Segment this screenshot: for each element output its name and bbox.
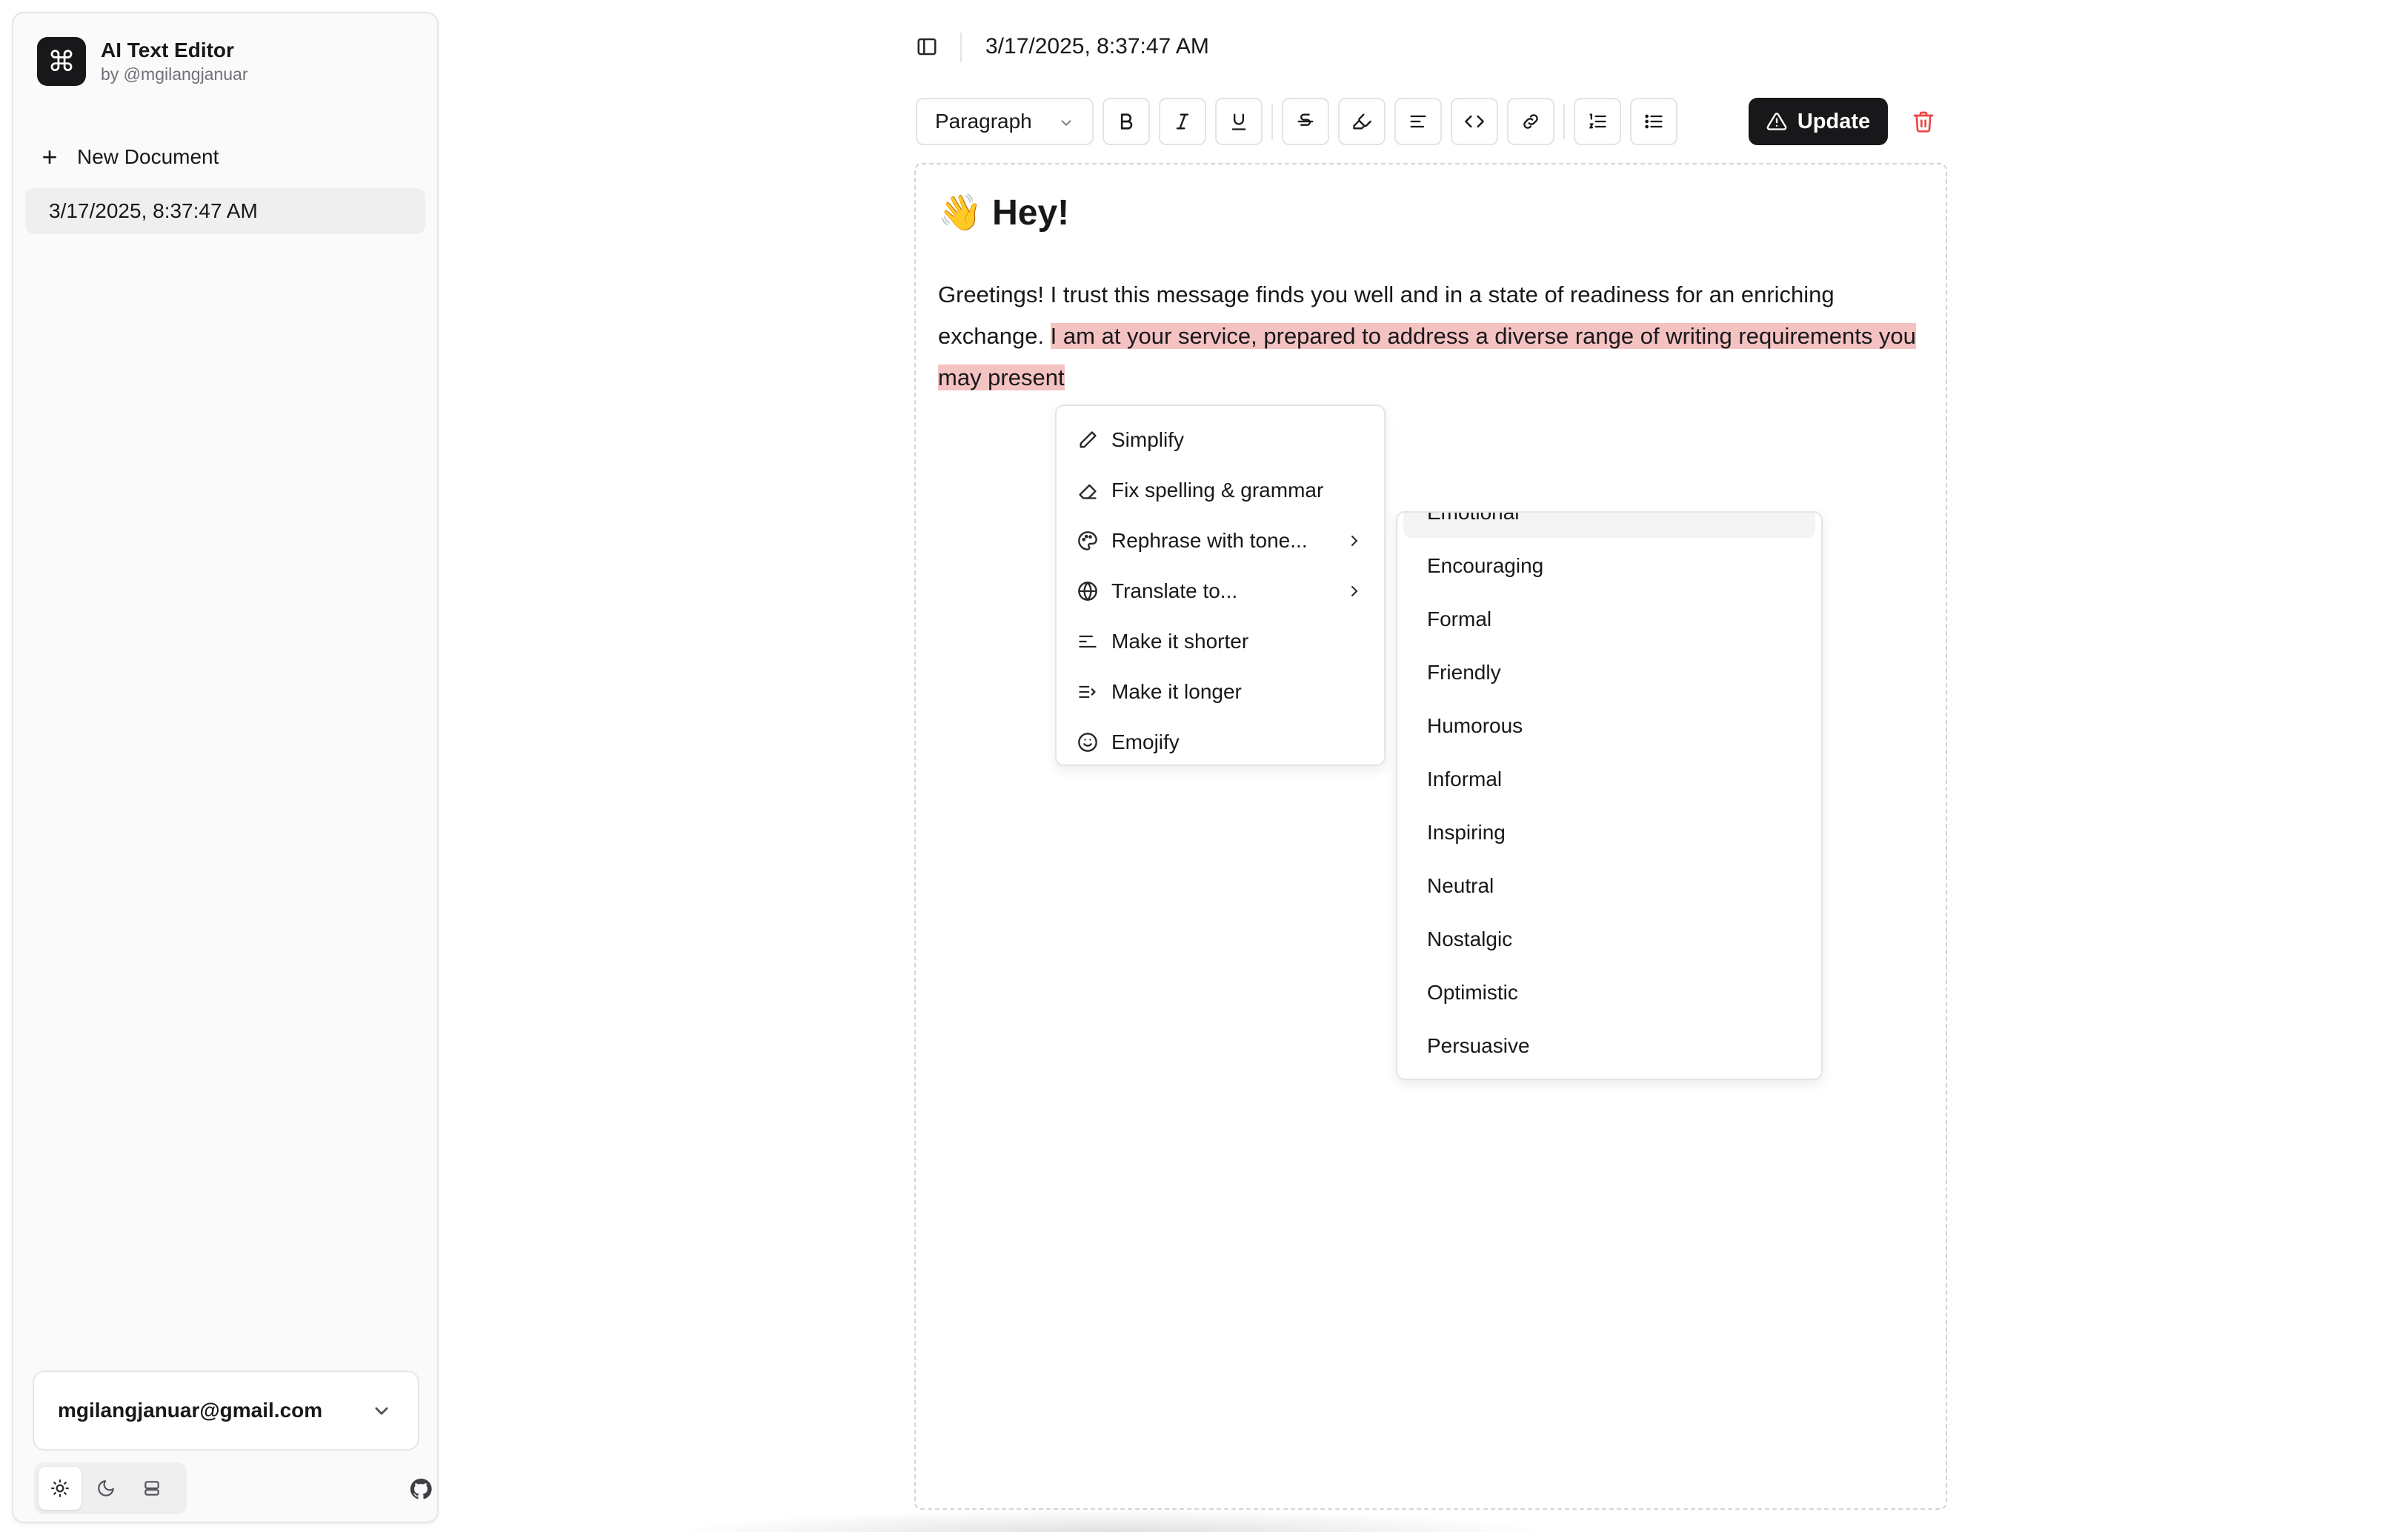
menu-item-rephrase-tone[interactable]: Rephrase with tone... <box>1057 516 1384 566</box>
theme-system-button[interactable] <box>130 1467 173 1510</box>
theme-switcher <box>34 1462 187 1514</box>
tone-item[interactable]: Formal <box>1403 593 1815 646</box>
sidebar: ⌘ AI Text Editor by @mgilangjanuar + New… <box>12 12 439 1523</box>
shorter-icon <box>1079 635 1097 648</box>
menu-item-make-shorter[interactable]: Make it shorter <box>1057 616 1384 667</box>
strikethrough-icon <box>1297 113 1314 126</box>
selected-text-highlight: I am at your service, prepared to addres… <box>938 323 1916 390</box>
account-email: mgilangjanuar@gmail.com <box>58 1399 323 1422</box>
menu-item-make-longer[interactable]: Make it longer <box>1057 667 1384 717</box>
chevron-down-icon <box>375 1407 388 1415</box>
highlighter-icon <box>1353 113 1371 130</box>
tone-item[interactable]: Friendly <box>1403 646 1815 699</box>
menu-item-label: Rephrase with tone... <box>1111 529 1308 552</box>
header-divider <box>960 33 962 62</box>
highlight-button[interactable] <box>1338 98 1386 145</box>
code-button[interactable] <box>1451 98 1498 145</box>
editor-heading[interactable]: 👋 Hey! <box>938 191 1069 233</box>
smile-icon <box>1078 733 1097 752</box>
italic-button[interactable] <box>1159 98 1206 145</box>
github-icon[interactable] <box>409 1477 433 1501</box>
menu-item-label: Translate to... <box>1111 579 1238 602</box>
menu-item-translate[interactable]: Translate to... <box>1057 566 1384 616</box>
sidebar-toggle-icon[interactable] <box>916 36 938 58</box>
toolbar-divider <box>1563 104 1565 139</box>
strikethrough-button[interactable] <box>1282 98 1329 145</box>
menu-item-label: Make it longer <box>1111 680 1242 703</box>
update-label: Update <box>1797 109 1871 133</box>
tone-item[interactable]: Encouraging <box>1403 539 1815 593</box>
palette-icon <box>1078 531 1097 550</box>
plus-icon: + <box>41 141 58 172</box>
tone-item[interactable]: Inspiring <box>1403 806 1815 859</box>
chevron-right-icon <box>1351 536 1358 546</box>
editor-paragraph[interactable]: Greetings! I trust this message finds yo… <box>938 274 1931 399</box>
alert-triangle-icon <box>1766 113 1787 130</box>
heading-text: Hey! <box>992 193 1070 233</box>
chevron-down-icon <box>1061 120 1071 127</box>
menu-item-emojify[interactable]: Emojify <box>1057 717 1384 767</box>
menu-item-simplify[interactable]: Simplify <box>1057 415 1384 465</box>
ordered-list-button[interactable] <box>1574 98 1621 145</box>
underline-icon <box>1231 113 1246 130</box>
eraser-icon <box>1079 484 1097 499</box>
menu-item-label: Fix spelling & grammar <box>1111 479 1324 502</box>
tone-item[interactable]: Nostalgic <box>1403 913 1815 966</box>
new-document-label: New Document <box>77 145 219 168</box>
brand[interactable]: ⌘ AI Text Editor by @mgilangjanuar <box>37 37 248 86</box>
tone-list: Encouraging Formal Friendly Humorous Inf… <box>1403 539 1815 1073</box>
link-button[interactable] <box>1507 98 1554 145</box>
ordered-list-icon <box>1589 113 1606 129</box>
bold-icon <box>1120 113 1133 130</box>
tone-submenu: Emotional Encouraging Formal Friendly Hu… <box>1396 511 1823 1080</box>
block-type-select[interactable]: Paragraph <box>916 98 1094 145</box>
code-icon <box>1465 115 1484 128</box>
toolbar-divider <box>1271 104 1273 139</box>
document-title: 3/17/2025, 8:37:47 AM <box>985 34 1209 59</box>
tone-item[interactable]: Neutral <box>1403 859 1815 913</box>
sidebar-document-item[interactable]: 3/17/2025, 8:37:47 AM <box>25 188 425 234</box>
menu-item-label: Emojify <box>1111 730 1180 753</box>
menu-item-label: Make it shorter <box>1111 630 1249 653</box>
bottom-shadow <box>667 1510 1556 1532</box>
longer-icon <box>1079 685 1096 699</box>
italic-icon <box>1176 113 1189 130</box>
tone-item[interactable]: Humorous <box>1403 699 1815 753</box>
link-icon <box>1523 114 1538 129</box>
account-dropdown[interactable]: mgilangjanuar@gmail.com <box>33 1371 419 1451</box>
tone-item-emotional[interactable]: Emotional <box>1403 513 1815 538</box>
chevron-right-icon <box>1351 586 1358 596</box>
menu-item-fix-spelling[interactable]: Fix spelling & grammar <box>1057 465 1384 516</box>
globe-icon <box>1078 581 1097 602</box>
menu-item-label: Simplify <box>1111 428 1185 451</box>
block-type-value: Paragraph <box>935 110 1032 133</box>
wave-emoji: 👋 <box>938 193 982 233</box>
monitor-icon <box>144 1481 159 1496</box>
bullet-list-button[interactable] <box>1630 98 1677 145</box>
app-title: AI Text Editor <box>101 39 234 61</box>
theme-dark-button[interactable] <box>84 1467 127 1510</box>
new-document-button[interactable]: + New Document <box>37 136 219 178</box>
trash-icon[interactable] <box>1912 110 1935 133</box>
underline-button[interactable] <box>1215 98 1263 145</box>
pencil-icon <box>1080 431 1097 448</box>
bullet-list-icon <box>1645 114 1663 129</box>
command-icon: ⌘ <box>37 37 86 86</box>
bold-button[interactable] <box>1102 98 1150 145</box>
theme-light-button[interactable] <box>39 1467 82 1510</box>
app-subtitle: by @mgilangjanuar <box>101 64 248 84</box>
align-button[interactable] <box>1394 98 1442 145</box>
sun-icon <box>51 1479 69 1497</box>
update-button[interactable]: Update <box>1749 98 1888 145</box>
tone-item[interactable]: Persuasive <box>1403 1019 1815 1073</box>
align-left-icon <box>1410 115 1426 128</box>
ai-actions-menu: Simplify Fix spelling & grammar Rephrase… <box>1055 404 1386 766</box>
tone-item[interactable]: Optimistic <box>1403 966 1815 1019</box>
tone-item[interactable]: Informal <box>1403 753 1815 806</box>
moon-icon <box>98 1480 114 1496</box>
